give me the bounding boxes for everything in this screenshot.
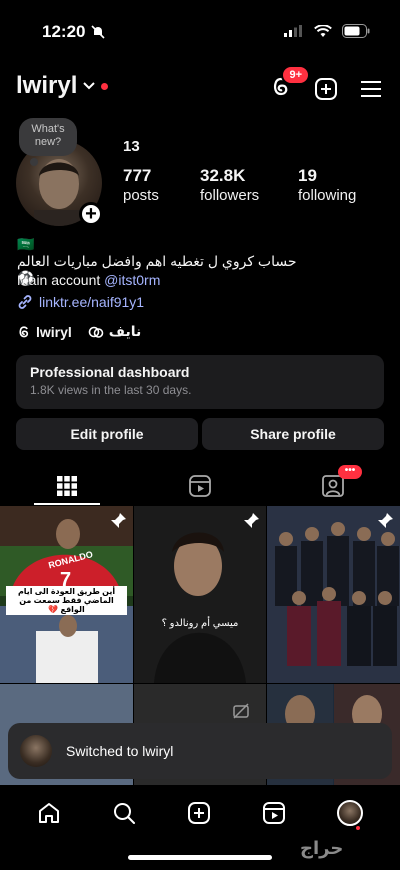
grid-post-1[interactable]: RONALDO 7 أين طريق العودة الى ايام الماض… [0,506,133,683]
home-indicator[interactable] [128,855,272,860]
bio-mention-link[interactable]: @itst0rm [104,272,160,288]
bottom-navigation [0,785,400,840]
post-2-caption: ميسي أم رونالدو ؟ [161,618,239,629]
create-icon[interactable] [187,801,211,825]
edit-profile-button[interactable]: Edit profile [16,418,198,450]
followers-stat[interactable]: 32.8K followers [200,166,259,206]
unread-dot [101,82,109,90]
tagged-badge: ••• [338,465,362,479]
grid-post-3[interactable] [267,506,400,683]
posts-stat[interactable]: 777 posts [123,166,159,206]
profile-nav-dot [356,826,360,830]
post-1-caption: أين طريق العودة الى ايام الماضي فقط سمعت… [6,586,127,615]
following-count: 19 [298,166,317,185]
home-icon[interactable] [37,801,61,825]
reels-nav-icon[interactable] [262,801,286,825]
dashboard-subtitle: 1.8K views in the last 30 days. [30,383,192,397]
pinned-icon [111,513,126,528]
active-tab-indicator [34,503,100,505]
share-profile-button[interactable]: Share profile [202,418,384,450]
tab-reels[interactable] [133,468,266,504]
account-switch-toast: Switched to lwiryl [8,723,392,779]
bio-flag: 🇸🇦 [17,236,35,252]
toast-avatar [20,735,52,767]
stats-top-number: 13 [123,138,140,155]
status-icons [284,24,370,38]
status-time: 12:20 [42,22,86,41]
following-label: following [298,187,357,204]
threads-profile-name: lwiryl [36,323,72,340]
tab-tagged[interactable] [266,468,399,504]
grid-icon [56,476,77,496]
pinned-icon [244,513,259,528]
threads-badges: lwiryl نايف [17,323,141,340]
link-icon [18,295,32,309]
header-actions: 9+ [270,65,382,103]
threads-other-name: نايف [108,323,142,339]
posts-label: posts [123,187,159,204]
profile-link[interactable]: linktr.ee/naif91y1 [17,294,144,310]
username-title: lwiryl [16,72,78,99]
post-3-image [267,506,400,683]
post-2-image [134,506,266,683]
followers-label: followers [200,187,260,204]
threads-button[interactable]: 9+ [270,65,310,103]
battery-icon [342,24,370,38]
create-post-icon[interactable] [314,77,338,101]
notification-badge: 9+ [281,65,310,85]
bio-main-account-label: Main account [17,272,105,288]
account-switcher[interactable]: lwiryl [16,72,109,100]
threads-profile-link[interactable]: lwiryl [17,324,72,340]
search-icon[interactable] [112,801,136,825]
dashboard-title: Professional dashboard [30,364,190,380]
no-preview-icon [233,703,249,719]
chevron-down-icon [83,82,96,90]
chat-bubbles-icon [88,326,104,338]
threads-other-link[interactable]: نايف [88,323,141,340]
toast-message: Switched to lwiryl [66,743,174,759]
profile-nav-avatar[interactable] [336,799,363,826]
pinned-icon [378,513,393,528]
grid-post-2[interactable]: ميسي أم رونالدو ؟ [134,506,266,683]
watermark-logo: حراج [300,838,344,858]
silent-bell-icon [91,25,105,39]
menu-icon[interactable] [360,80,382,98]
tab-posts-grid[interactable] [0,468,133,504]
posts-count: 777 [123,166,152,185]
threads-small-icon [19,326,29,338]
wifi-icon [314,24,332,37]
followers-count: 32.8K [200,166,246,185]
profile-link-text: linktr.ee/naif91y1 [39,294,145,310]
following-stat[interactable]: 19 following [298,166,356,206]
reels-icon [188,475,211,497]
professional-dashboard-card[interactable]: Professional dashboard 1.8K views in the… [16,355,384,409]
bio-main-account: Main account @itst0rm [17,272,160,288]
add-story-button[interactable]: + [79,202,103,226]
note-bubble[interactable]: What's new? [19,118,77,156]
note-bubble-tail [30,158,38,166]
cellular-signal-icon [284,25,302,37]
tagged-person-icon [321,475,344,497]
